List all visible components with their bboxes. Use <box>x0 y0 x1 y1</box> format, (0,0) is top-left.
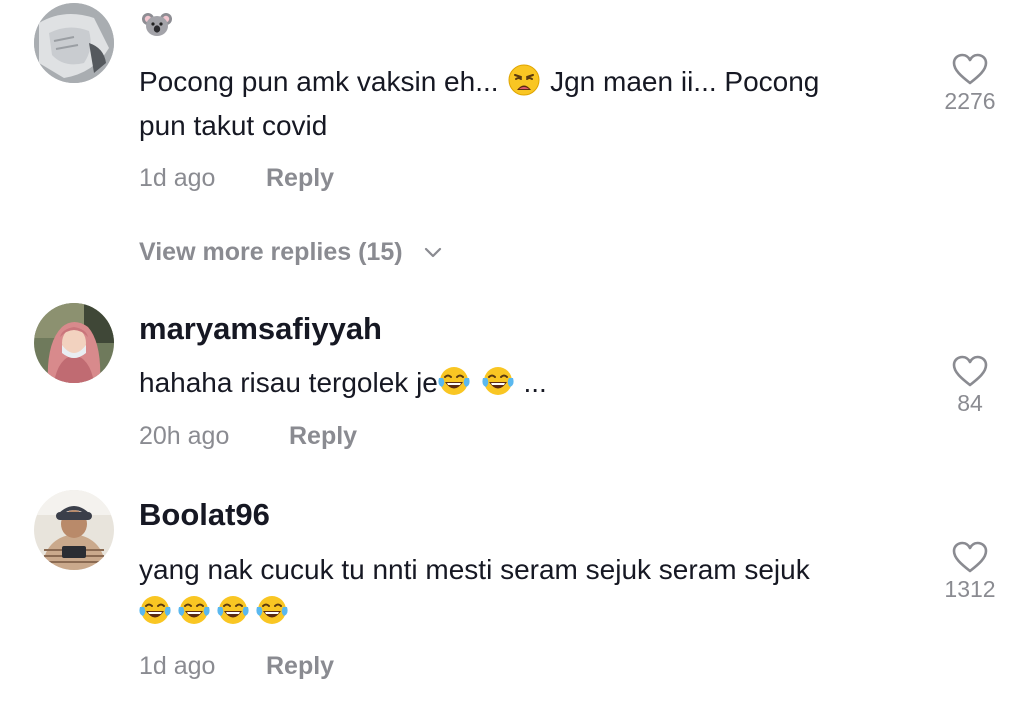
like-count: 2276 <box>944 88 996 114</box>
like-button[interactable]: 1312 <box>930 540 1010 603</box>
koala-emoji <box>141 8 175 42</box>
heart-outline-icon <box>930 354 1010 388</box>
comment-text: yang nak cucuk tu nnti mesti seram sejuk… <box>139 554 810 585</box>
comment-time: 1d ago <box>139 652 216 680</box>
face-with-tears-of-joy-emoji <box>256 594 288 626</box>
avatar[interactable] <box>34 490 114 570</box>
comments-panel: Pocong pun amk vaksin eh... Jgn maen ii.… <box>0 0 1028 702</box>
face-with-tears-of-joy-emoji <box>482 365 514 397</box>
view-more-label: View more replies (15) <box>139 238 403 266</box>
comment-time: 1d ago <box>139 164 216 192</box>
like-count: 84 <box>957 390 983 416</box>
comment-meta: 1d ago Reply <box>139 164 334 193</box>
comment-username[interactable]: maryamsafiyyah <box>139 311 382 347</box>
comment-text-continued: pun takut covid <box>139 110 328 141</box>
reply-button[interactable]: Reply <box>289 422 357 451</box>
comment-text: Pocong pun amk vaksin eh... Jgn maen ii.… <box>139 64 820 97</box>
comment-time: 20h ago <box>139 422 230 450</box>
like-count: 1312 <box>944 576 996 602</box>
comment-text: hahaha risau tergolek je ... <box>139 365 547 398</box>
comment-username[interactable]: Boolat96 <box>139 497 270 533</box>
heart-outline-icon <box>930 540 1010 574</box>
face-with-tears-of-joy-emoji <box>217 594 249 626</box>
view-more-replies-button[interactable]: View more replies (15) <box>139 236 442 267</box>
weary-face-emoji <box>508 64 540 96</box>
face-with-tears-of-joy-emoji <box>438 365 470 397</box>
comment-username[interactable] <box>139 8 177 48</box>
avatar[interactable] <box>34 303 114 383</box>
comment-meta: 20h ago Reply <box>139 422 357 451</box>
reply-button[interactable]: Reply <box>266 652 334 681</box>
like-button[interactable]: 2276 <box>930 52 1010 115</box>
avatar[interactable] <box>34 3 114 83</box>
comment-emoji-line <box>139 590 290 634</box>
like-button[interactable]: 84 <box>930 354 1010 417</box>
face-with-tears-of-joy-emoji <box>139 594 171 626</box>
heart-outline-icon <box>930 52 1010 86</box>
chevron-down-icon <box>424 236 442 265</box>
comment-meta: 1d ago Reply <box>139 652 334 681</box>
reply-button[interactable]: Reply <box>266 164 334 193</box>
face-with-tears-of-joy-emoji <box>178 594 210 626</box>
